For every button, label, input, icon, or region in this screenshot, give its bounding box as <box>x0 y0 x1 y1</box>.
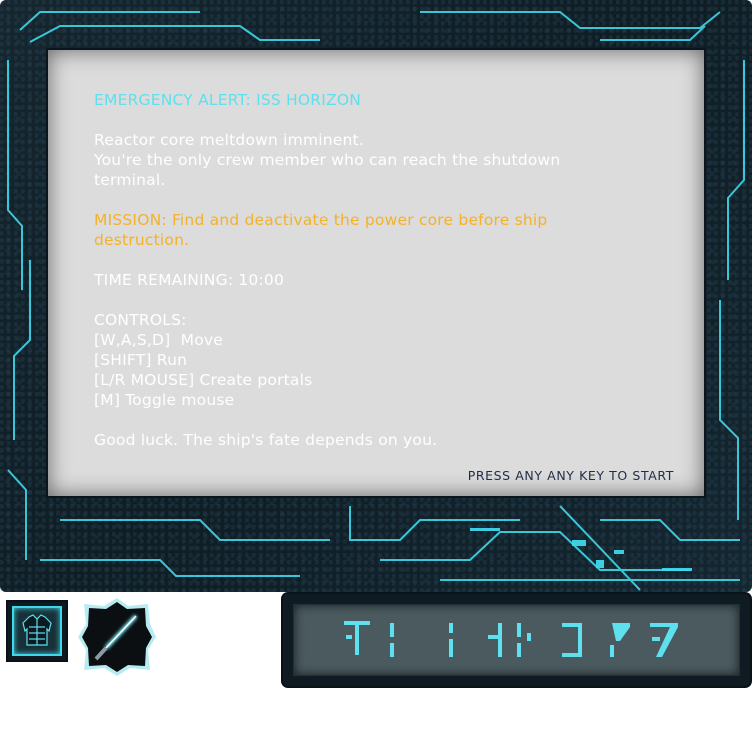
armor-slot-frame <box>12 606 62 656</box>
closing-text: Good luck. The ship's fate depends on yo… <box>94 431 438 449</box>
time-remaining-text: TIME REMAINING: 10:00 <box>94 271 285 289</box>
timer-display <box>293 604 740 676</box>
briefing-title: EMERGENCY ALERT: ISS HORIZON <box>94 91 362 109</box>
timer-panel <box>283 594 750 686</box>
timer-glyphs <box>344 621 678 657</box>
control-item: [L/R MOUSE] Create portals <box>94 371 313 389</box>
control-item: [W,A,S,D] Move <box>94 331 223 349</box>
inventory-slot-armor[interactable] <box>6 600 68 662</box>
briefing-line: You're the only crew member who can reac… <box>94 151 561 169</box>
mission-text: destruction. <box>94 231 190 249</box>
control-item: [SHIFT] Run <box>94 351 188 369</box>
control-item: [M] Toggle mouse <box>94 391 235 409</box>
briefing-line: Reactor core meltdown imminent. <box>94 131 364 149</box>
armor-vest-icon <box>22 614 52 646</box>
start-prompt[interactable]: PRESS ANY ANY KEY TO START <box>468 468 674 483</box>
monitor-frame: EMERGENCY ALERT: ISS HORIZON Reactor cor… <box>0 0 752 592</box>
mission-text: MISSION: Find and deactivate the power c… <box>94 211 548 229</box>
lightsaber-icon <box>78 598 156 676</box>
inventory-slot-weapon[interactable] <box>76 596 158 678</box>
briefing-line: terminal. <box>94 171 166 189</box>
briefing-screen: EMERGENCY ALERT: ISS HORIZON Reactor cor… <box>48 50 704 496</box>
controls-header: CONTROLS: <box>94 311 187 329</box>
